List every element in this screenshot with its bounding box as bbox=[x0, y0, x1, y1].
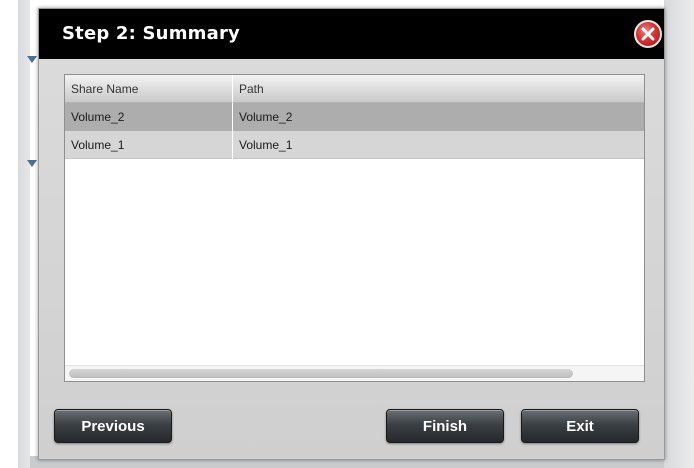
close-icon[interactable] bbox=[634, 20, 662, 48]
dialog-title: Step 2: Summary bbox=[62, 23, 240, 44]
table-row[interactable]: Volume_2 Volume_2 bbox=[65, 103, 644, 131]
dialog-title-bar: Step 2: Summary bbox=[39, 9, 664, 59]
exit-button[interactable]: Exit bbox=[521, 409, 639, 443]
table-row[interactable]: Volume_1 Volume_1 bbox=[65, 131, 644, 159]
column-header-path[interactable]: Path bbox=[233, 75, 644, 103]
summary-dialog: Step 2: Summary Share Name Path Volume_2… bbox=[38, 8, 665, 460]
cell-share-name: Volume_2 bbox=[65, 103, 233, 131]
background-arrow-icon bbox=[27, 160, 37, 167]
horizontal-scrollbar[interactable] bbox=[65, 365, 644, 381]
cell-share-name: Volume_1 bbox=[65, 131, 233, 159]
finish-button[interactable]: Finish bbox=[386, 409, 504, 443]
column-header-share-name[interactable]: Share Name bbox=[65, 75, 233, 103]
background-left-panel bbox=[0, 0, 30, 468]
scrollbar-thumb[interactable] bbox=[69, 369, 573, 378]
summary-table: Share Name Path Volume_2 Volume_2 Volume… bbox=[64, 74, 645, 382]
background-arrow-icon bbox=[27, 56, 37, 63]
cell-path: Volume_2 bbox=[239, 110, 293, 124]
cell-path: Volume_1 bbox=[239, 138, 293, 152]
previous-button[interactable]: Previous bbox=[54, 409, 172, 443]
background-right-panel bbox=[664, 0, 694, 468]
